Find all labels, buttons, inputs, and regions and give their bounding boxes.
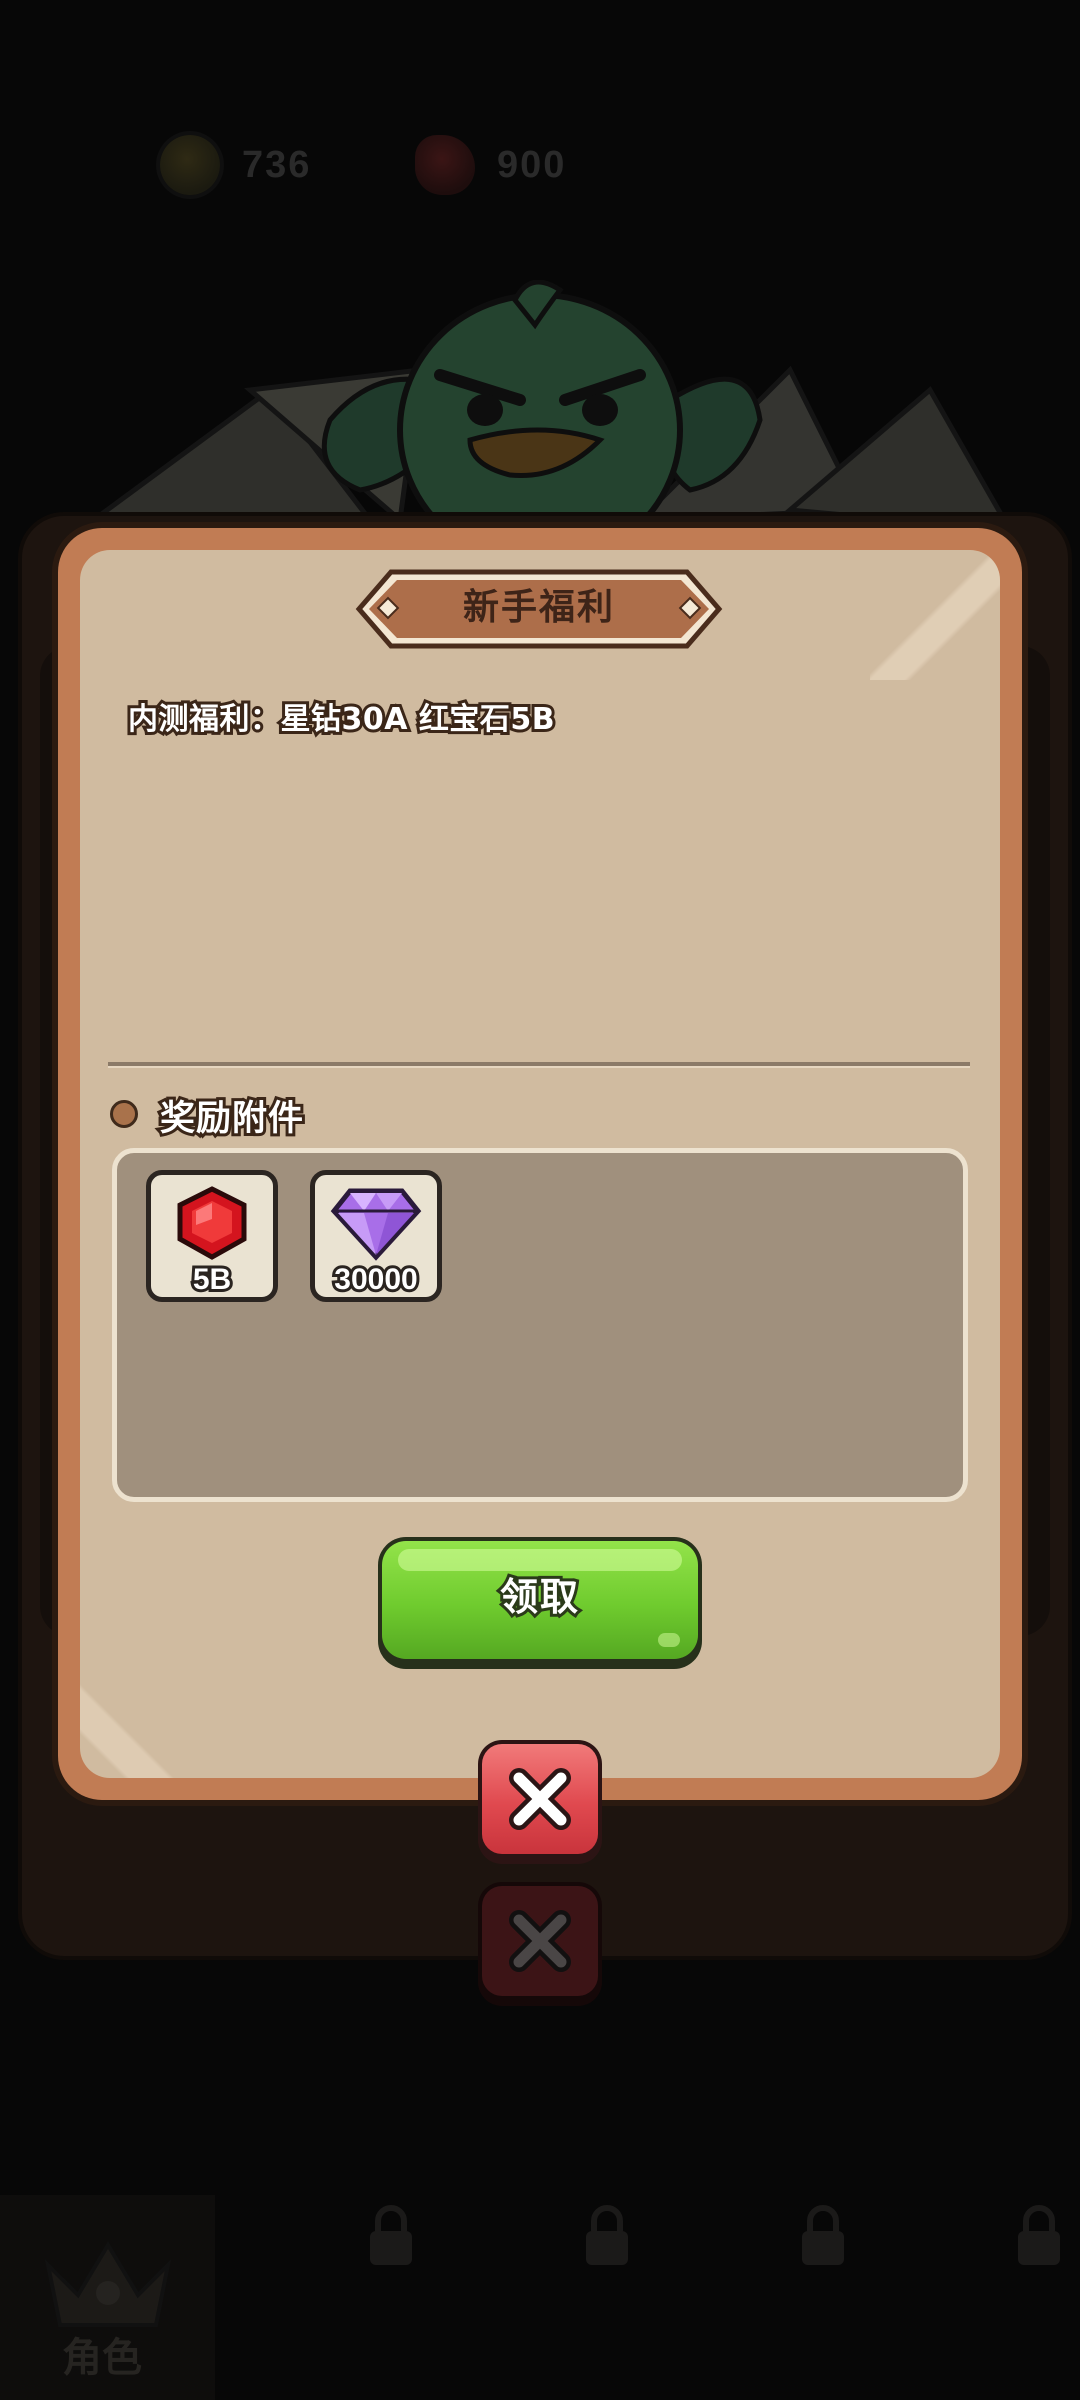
coin-icon: [160, 135, 220, 195]
lock-icon[interactable]: [1014, 2205, 1064, 2267]
close-button[interactable]: [478, 1740, 602, 1864]
game-screen: 736 900 角色 新手福利 内测福利：星钻30A 红宝石5B 奖励附件 5B…: [0, 0, 1080, 2400]
ruby-icon: [177, 1186, 247, 1260]
close-icon: [509, 1910, 571, 1972]
item-quantity: 5B: [190, 1260, 234, 1299]
claim-button-label: 领取: [497, 1572, 581, 1622]
reward-item-ruby[interactable]: 5B: [146, 1170, 278, 1302]
coin-counter: 736: [160, 130, 311, 200]
mail-message: 内测福利：星钻30A 红宝石5B: [125, 699, 558, 740]
nav-role-label: 角色: [62, 2335, 142, 2381]
lock-icon[interactable]: [366, 2205, 416, 2267]
corner-shine: [870, 550, 1000, 680]
lock-icon[interactable]: [798, 2205, 848, 2267]
gem-value: 900: [497, 143, 567, 186]
reward-item-diamond[interactable]: 30000: [310, 1170, 442, 1302]
close-button-background-face: [482, 1886, 598, 1996]
diamond-icon: [330, 1188, 422, 1261]
attachments-title: 奖励附件: [157, 1096, 306, 1142]
coin-value: 736: [242, 143, 312, 186]
crown-icon: [44, 2241, 172, 2327]
mascot-bird-illustration: [72, 280, 1015, 540]
close-icon: [509, 1768, 571, 1830]
close-button-background: [478, 1882, 602, 2006]
corner-shine: [80, 1668, 210, 1778]
nav-tab-role[interactable]: 角色: [0, 2195, 215, 2400]
close-button-face: [482, 1744, 598, 1854]
title-plate: 新手福利: [355, 568, 723, 650]
gem-counter: 900: [415, 130, 566, 200]
currency-bar: 736 900: [150, 130, 630, 200]
gem-bag-icon: [415, 135, 475, 195]
dialog-title: 新手福利: [462, 587, 615, 628]
lock-icon[interactable]: [582, 2205, 632, 2267]
bullet-dot: [110, 1100, 138, 1128]
divider: [108, 1062, 970, 1068]
claim-button[interactable]: 领取: [378, 1537, 702, 1669]
bottom-nav: 角色: [0, 2195, 1080, 2400]
item-quantity: 30000: [331, 1260, 420, 1299]
